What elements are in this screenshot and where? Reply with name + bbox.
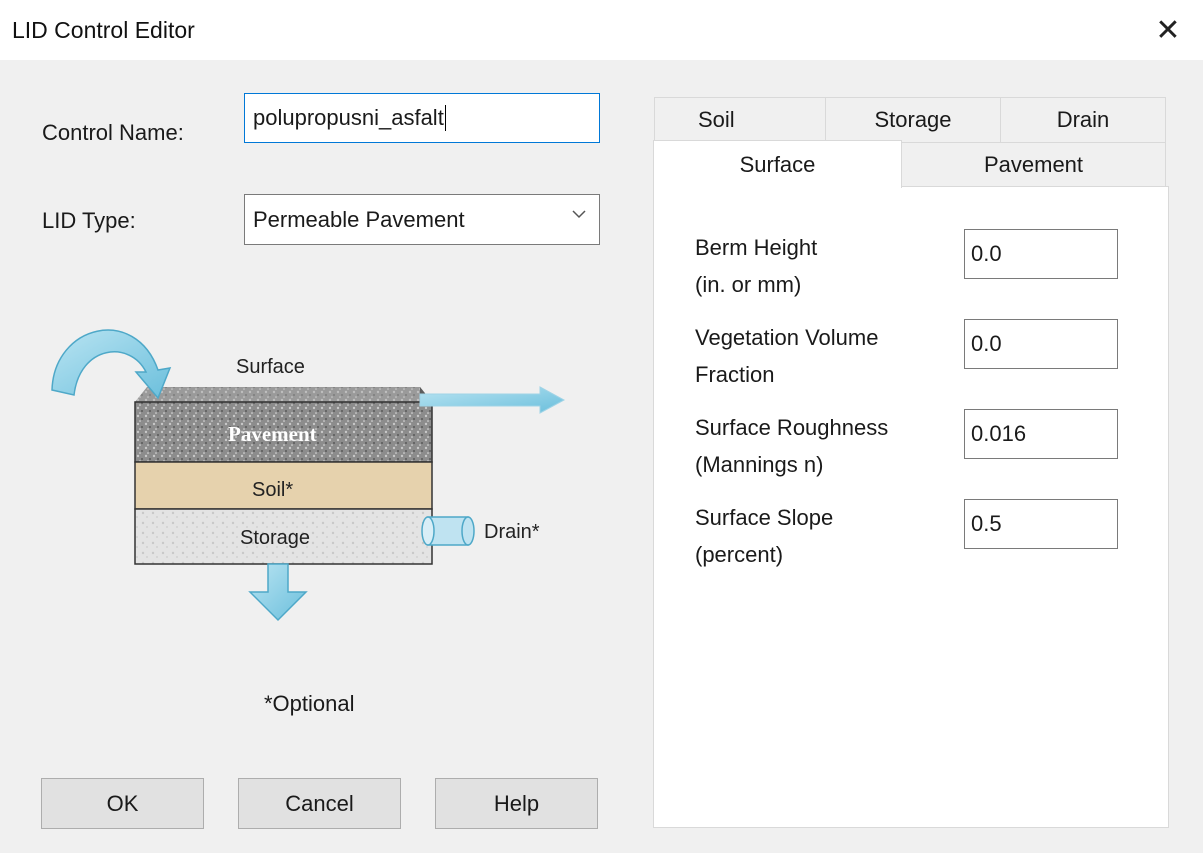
outflow-arrow-icon — [419, 386, 566, 414]
ok-button[interactable]: OK — [41, 778, 204, 829]
drain-pipe-icon — [421, 516, 475, 546]
infiltration-arrow-icon — [248, 563, 308, 622]
window-title: LID Control Editor — [12, 17, 195, 43]
tab-storage[interactable]: Storage — [825, 97, 1001, 143]
chevron-down-icon — [572, 210, 586, 219]
lid-type-value: Permeable Pavement — [253, 206, 465, 232]
optional-note: *Optional — [264, 691, 355, 716]
lid-diagram: Surface Pavement Soil* Storage Drain* — [40, 310, 600, 640]
vegetation-volume-fraction-input[interactable]: 0.0 — [964, 319, 1118, 369]
text-caret — [444, 105, 446, 131]
title-bar: LID Control Editor ✕ — [0, 0, 1203, 60]
berm-height-input[interactable]: 0.0 — [964, 229, 1118, 279]
help-button[interactable]: Help — [435, 778, 598, 829]
lid-layers-illustration: Surface Pavement Soil* Storage Drain* — [51, 329, 566, 622]
tab-soil[interactable]: Soil — [654, 97, 826, 143]
tab-drain[interactable]: Drain — [1000, 97, 1166, 143]
tab-pavement[interactable]: Pavement — [901, 142, 1166, 187]
label-line: (percent) — [695, 542, 784, 567]
label-line: Vegetation Volume — [695, 325, 879, 350]
diagram-soil-label: Soil* — [252, 479, 293, 501]
label-line: (Mannings n) — [695, 452, 824, 477]
control-name-value: polupropusni_asfalt — [253, 105, 444, 130]
diagram-pavement-label: Pavement — [228, 422, 317, 446]
control-name-label: Control Name: — [42, 120, 184, 145]
close-button[interactable]: ✕ — [1133, 0, 1203, 60]
vegetation-volume-fraction-label: Vegetation Volume Fraction — [695, 319, 878, 393]
surface-roughness-input[interactable]: 0.016 — [964, 409, 1118, 459]
label-line: Fraction — [695, 362, 775, 387]
surface-slope-input[interactable]: 0.5 — [964, 499, 1118, 549]
control-name-input[interactable]: polupropusni_asfalt — [244, 93, 600, 143]
tab-surface[interactable]: Surface — [653, 140, 902, 188]
label-line: Surface Roughness — [695, 415, 889, 440]
lid-type-label: LID Type: — [42, 208, 136, 233]
berm-height-label: Berm Height (in. or mm) — [695, 229, 817, 303]
lid-type-dropdown[interactable]: Permeable Pavement — [244, 194, 600, 245]
runoff-arrow-icon — [51, 329, 172, 400]
label-line: Berm Height — [695, 235, 818, 260]
close-icon: ✕ — [1155, 13, 1181, 47]
diagram-drain-label: Drain* — [484, 521, 540, 543]
diagram-surface-label: Surface — [236, 356, 305, 378]
surface-slope-label: Surface Slope (percent) — [695, 499, 833, 573]
label-line: Surface Slope — [695, 505, 834, 530]
diagram-storage-label: Storage — [240, 527, 310, 549]
surface-roughness-label: Surface Roughness (Mannings n) — [695, 409, 888, 483]
cancel-button[interactable]: Cancel — [238, 778, 401, 829]
label-line: (in. or mm) — [695, 272, 802, 297]
